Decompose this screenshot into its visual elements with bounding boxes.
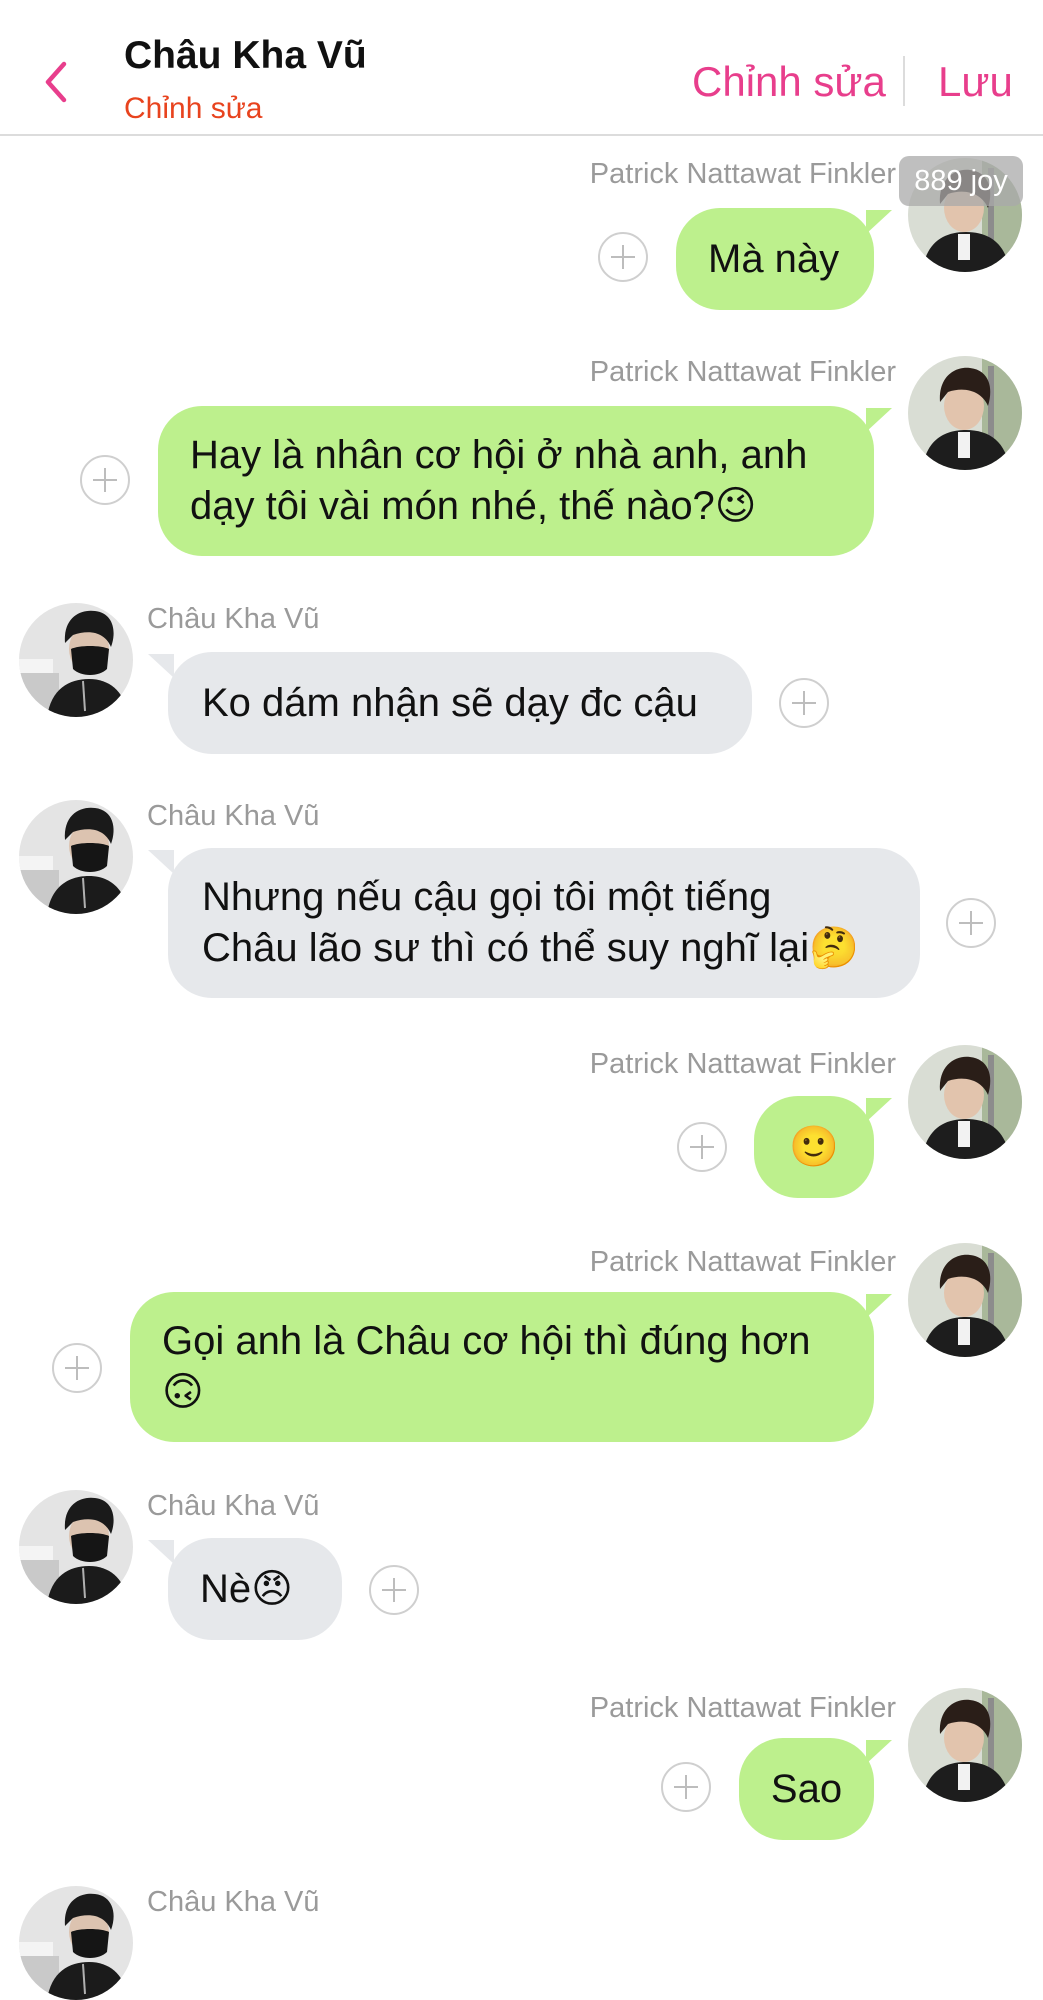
avatar[interactable]: [19, 1886, 133, 2000]
add-reaction-button[interactable]: [369, 1565, 419, 1615]
header-divider: [903, 56, 905, 106]
sender-name: Châu Kha Vũ: [147, 800, 320, 832]
message-bubble: Nè😠: [148, 1538, 342, 1640]
message-bubble: Gọi anh là Châu cơ hội thì đúng hơn 🙃: [130, 1292, 892, 1442]
sender-name: Patrick Nattawat Finkler: [589, 356, 896, 388]
add-reaction-button[interactable]: [677, 1122, 727, 1172]
sender-name: Patrick Nattawat Finkler: [589, 1048, 896, 1080]
message-text-line: Nhưng nếu cậu gọi tôi một tiếng: [202, 875, 772, 919]
chat-header: Châu Kha Vũ Chỉnh sửa Chỉnh sửa Lưu: [0, 0, 1043, 136]
avatar[interactable]: [908, 1243, 1022, 1357]
message-bubble: 🙂: [754, 1096, 892, 1198]
watermark: 889 joy: [899, 156, 1023, 206]
message-bubble: Nhưng nếu cậu gọi tôi một tiếng Châu lão…: [148, 848, 920, 998]
add-reaction-button[interactable]: [598, 232, 648, 282]
message-text-line: 🙃: [162, 1370, 204, 1414]
save-button[interactable]: Lưu: [938, 58, 1013, 106]
message-bubble: Mà này: [676, 208, 892, 310]
chevron-left-icon: [45, 61, 67, 103]
back-button[interactable]: [36, 56, 76, 108]
chat-subtitle: Chỉnh sửa: [124, 92, 263, 125]
message-text-line: Hay là nhân cơ hội ở nhà anh, anh: [190, 433, 808, 477]
avatar[interactable]: [19, 1490, 133, 1604]
sender-name: Châu Kha Vũ: [147, 1490, 320, 1522]
add-reaction-button[interactable]: [80, 455, 130, 505]
message-bubble: Hay là nhân cơ hội ở nhà anh, anh dạy tô…: [158, 406, 892, 556]
message-text: 🙂: [789, 1125, 839, 1169]
message-text: Nè😠: [200, 1567, 293, 1611]
avatar[interactable]: [19, 603, 133, 717]
avatar[interactable]: [19, 800, 133, 914]
sender-name: Patrick Nattawat Finkler: [589, 1692, 896, 1724]
sender-name: Châu Kha Vũ: [147, 1886, 320, 1918]
sender-name: Patrick Nattawat Finkler: [589, 1246, 896, 1278]
avatar[interactable]: [908, 356, 1022, 470]
avatar[interactable]: [908, 1688, 1022, 1802]
sender-name: Patrick Nattawat Finkler: [589, 158, 896, 190]
message-bubble: Sao: [739, 1738, 892, 1840]
message-bubble: Ko dám nhận sẽ dạy đc cậu: [148, 652, 752, 754]
add-reaction-button[interactable]: [946, 898, 996, 948]
add-reaction-button[interactable]: [661, 1762, 711, 1812]
message-text-line: dạy tôi vài món nhé, thế nào?😉: [190, 484, 757, 528]
message-text: Ko dám nhận sẽ dạy đc cậu: [202, 681, 698, 725]
chat-title: Châu Kha Vũ: [124, 34, 367, 77]
message-text: Mà này: [708, 237, 840, 281]
add-reaction-button[interactable]: [779, 678, 829, 728]
edit-button[interactable]: Chỉnh sửa: [692, 58, 886, 106]
avatar[interactable]: [908, 1045, 1022, 1159]
add-reaction-button[interactable]: [52, 1343, 102, 1393]
message-text: Sao: [770, 1767, 843, 1811]
message-text-line: Châu lão sư thì có thể suy nghĩ lại🤔: [202, 926, 859, 970]
message-text-line: Gọi anh là Châu cơ hội thì đúng hơn: [162, 1319, 811, 1363]
sender-name: Châu Kha Vũ: [147, 603, 320, 635]
